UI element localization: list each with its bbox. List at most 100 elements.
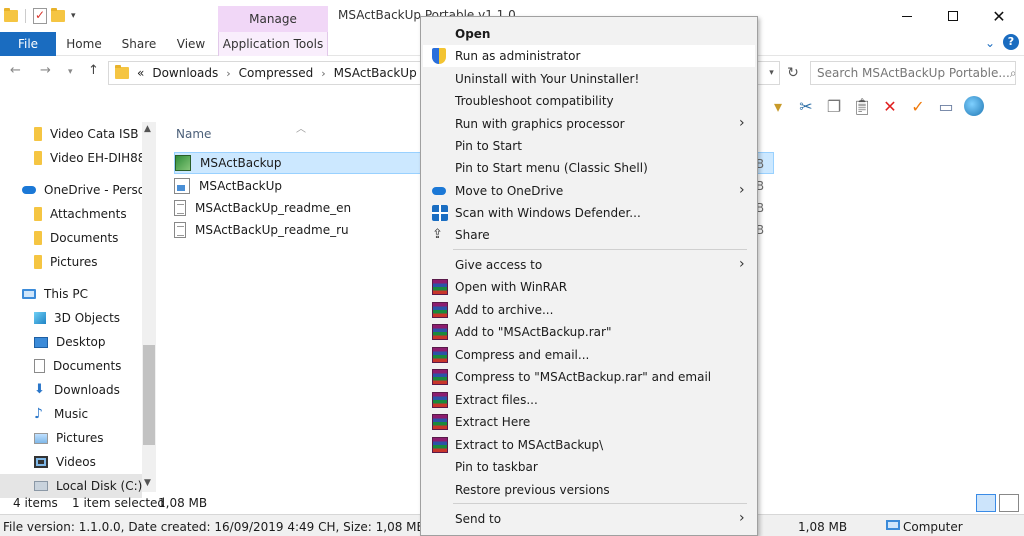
file-info: File version: 1.1.0.0, Date created: 16/… — [3, 520, 425, 534]
file-row[interactable]: MSActBackUp_readme_en — [174, 197, 420, 219]
nav-item-label: Attachments — [50, 207, 127, 221]
address-dropdown-icon[interactable]: ▾ — [764, 61, 780, 85]
nav-item-onedrive[interactable]: OneDrive - Person — [22, 178, 142, 202]
new-folder-icon[interactable] — [51, 8, 65, 22]
nav-item[interactable]: Video EH-DIH88 — [34, 146, 142, 170]
nav-item[interactable]: Desktop — [34, 330, 142, 354]
recent-locations-icon[interactable]: ▾ — [68, 67, 73, 77]
nav-item[interactable]: 3D Objects — [34, 306, 142, 330]
nav-item[interactable]: Attachments — [34, 202, 142, 226]
back-arrow-icon[interactable]: ← — [10, 63, 21, 78]
nav-item-label: Music — [54, 407, 89, 421]
nav-item[interactable]: Pictures — [34, 426, 142, 450]
folder-dropdown-icon[interactable]: ▾ — [768, 96, 788, 116]
menu-item-label: Pin to Start menu (Classic Shell) — [455, 161, 648, 175]
quick-access-toolbar: ▾ — [0, 6, 76, 26]
breadcrumb-prefix[interactable]: « — [137, 66, 144, 80]
menu-item-scan-defender[interactable]: Scan with Windows Defender... — [423, 202, 755, 224]
maximize-button[interactable] — [930, 0, 976, 32]
up-arrow-icon[interactable]: ↑ — [88, 63, 99, 78]
menu-item-run-as-administrator[interactable]: Run as administrator — [423, 45, 755, 67]
menu-item-restore-versions[interactable]: Restore previous versions — [423, 479, 755, 501]
chevron-right-icon[interactable]: › — [321, 67, 325, 80]
nav-pane-scroll-thumb[interactable] — [143, 345, 155, 445]
delete-icon[interactable]: ✕ — [880, 96, 900, 116]
menu-item-run-with-gpu[interactable]: Run with graphics processor › — [423, 113, 755, 135]
menu-item-pin-to-start[interactable]: Pin to Start — [423, 135, 755, 157]
menu-item-add-to-rar[interactable]: Add to "MSActBackup.rar" — [423, 321, 755, 343]
winrar-icon — [432, 302, 448, 318]
menu-item-pin-to-taskbar[interactable]: Pin to taskbar — [423, 456, 755, 478]
nav-item[interactable]: Videos — [34, 450, 142, 474]
search-input[interactable]: Search MSActBackUp Portable... ⌕ — [810, 61, 1016, 85]
details-view-icon[interactable] — [976, 494, 996, 512]
tab-application-tools[interactable]: Application Tools — [218, 32, 328, 56]
chevron-right-icon[interactable]: › — [226, 67, 230, 80]
menu-item-compress-rar-email[interactable]: Compress to "MSActBackup.rar" and email — [423, 366, 755, 388]
file-name: MSActBackUp_readme_en — [195, 201, 352, 215]
downloads-icon: ⬇ — [34, 382, 45, 397]
cut-icon[interactable]: ✂ — [796, 96, 816, 116]
menu-item-open[interactable]: Open — [423, 23, 755, 45]
check-icon[interactable]: ✓ — [908, 96, 928, 116]
file-row[interactable]: MSActBackUp_readme_ru — [174, 219, 420, 241]
help-icon[interactable]: ? — [1003, 34, 1019, 50]
tab-file[interactable]: File — [0, 32, 56, 56]
nav-item[interactable]: ♪ Music — [34, 402, 142, 426]
menu-item-label: Troubleshoot compatibility — [455, 94, 614, 108]
breadcrumb-downloads[interactable]: Downloads — [152, 66, 218, 80]
customize-toolbar-icon[interactable]: ▾ — [71, 11, 76, 21]
forward-arrow-icon[interactable]: → — [40, 63, 51, 78]
column-header-name[interactable]: Name — [176, 127, 211, 141]
scroll-up-icon[interactable]: ▲ — [144, 124, 151, 134]
view-switcher — [976, 494, 1019, 512]
menu-item-compress-email[interactable]: Compress and email... — [423, 344, 755, 366]
globe-icon[interactable] — [964, 96, 984, 116]
uac-shield-icon — [432, 48, 446, 64]
menu-item-give-access[interactable]: Give access to › — [423, 254, 755, 276]
nav-item[interactable]: Video Cata ISB 6 — [34, 122, 142, 146]
nav-item[interactable]: Documents — [34, 354, 142, 378]
disk-icon — [34, 481, 48, 491]
file-name: MSActBackUp_readme_ru — [195, 223, 349, 237]
copy-icon[interactable]: ❐ — [824, 96, 844, 116]
nav-item-label: Video Cata ISB 6 — [50, 127, 142, 141]
refresh-icon[interactable]: ↻ — [782, 62, 804, 84]
file-name: MSActBackup — [200, 156, 282, 170]
menu-item-add-to-archive[interactable]: Add to archive... — [423, 299, 755, 321]
folder-icon — [34, 231, 42, 245]
tab-home[interactable]: Home — [60, 32, 108, 56]
minimize-button[interactable] — [884, 0, 930, 32]
nav-item[interactable]: Pictures — [34, 250, 142, 274]
paste-icon[interactable]: 📋︎ — [852, 96, 872, 116]
rename-icon[interactable]: ▭ — [936, 96, 956, 116]
menu-item-extract-here[interactable]: Extract Here — [423, 411, 755, 433]
menu-item-share[interactable]: ⇪ Share — [423, 224, 755, 246]
nav-item[interactable]: Documents — [34, 226, 142, 250]
computer-icon — [886, 520, 900, 530]
menu-item-extract-files[interactable]: Extract files... — [423, 389, 755, 411]
menu-item-extract-to-folder[interactable]: Extract to MSActBackup\ — [423, 434, 755, 456]
nav-item[interactable]: ⬇ Downloads — [34, 378, 142, 402]
exe-icon — [174, 178, 190, 194]
breadcrumb-compressed[interactable]: Compressed — [239, 66, 314, 80]
close-button[interactable]: ✕ — [976, 0, 1022, 32]
tab-share[interactable]: Share — [114, 32, 164, 56]
file-row[interactable]: MSActBackUp — [174, 175, 420, 197]
menu-item-label: Pin to taskbar — [455, 460, 538, 474]
menu-item-uninstall[interactable]: Uninstall with Your Uninstaller! — [423, 68, 755, 90]
menu-item-open-with-winrar[interactable]: Open with WinRAR — [423, 276, 755, 298]
large-icons-view-icon[interactable] — [999, 494, 1019, 512]
expand-ribbon-icon[interactable]: ⌄ — [985, 36, 995, 50]
menu-item-send-to[interactable]: Send to › — [423, 508, 755, 530]
menu-item-label: Extract to MSActBackup\ — [455, 438, 604, 452]
manage-tab[interactable]: Manage — [218, 6, 328, 32]
pictures-icon — [34, 432, 48, 444]
properties-icon[interactable] — [33, 8, 47, 24]
menu-item-move-to-onedrive[interactable]: Move to OneDrive › — [423, 180, 755, 202]
menu-item-troubleshoot[interactable]: Troubleshoot compatibility — [423, 90, 755, 112]
scroll-down-icon[interactable]: ▼ — [144, 478, 151, 488]
nav-item-this-pc[interactable]: This PC — [22, 282, 142, 306]
menu-item-pin-classic-shell[interactable]: Pin to Start menu (Classic Shell) — [423, 157, 755, 179]
tab-view[interactable]: View — [170, 32, 212, 56]
